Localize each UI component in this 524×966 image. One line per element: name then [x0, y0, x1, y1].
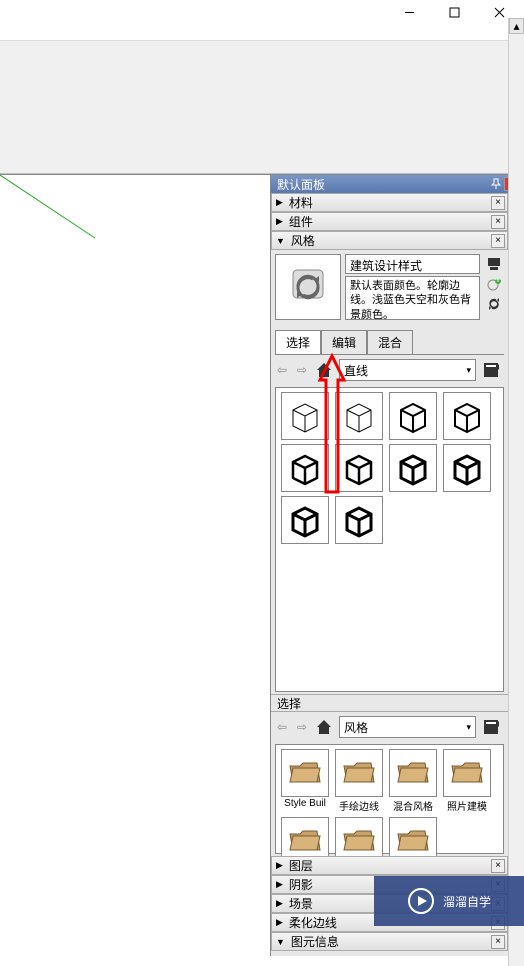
- folder-icon: [287, 826, 323, 856]
- ribbon-area: [0, 40, 524, 174]
- section-label: 图元信息: [291, 933, 339, 950]
- style-preview-row: 建筑设计样式 默认表面颜色。轮廓边线。浅蓝色天空和灰色背景颜色。 +: [271, 250, 508, 324]
- folder-label: 手绘边线: [335, 798, 383, 813]
- section-close-icon[interactable]: ×: [491, 234, 505, 248]
- maximize-button[interactable]: [432, 2, 477, 24]
- section-close-icon[interactable]: ×: [491, 935, 505, 949]
- update-style-button[interactable]: [486, 296, 502, 312]
- style-item[interactable]: [442, 444, 492, 492]
- scroll-up-button[interactable]: ▴: [509, 18, 524, 34]
- style-item[interactable]: [334, 444, 384, 492]
- section-label: 场景: [289, 895, 313, 912]
- section-label: 组件: [289, 213, 313, 230]
- section-close-icon[interactable]: ×: [491, 215, 505, 229]
- style-name-input[interactable]: 建筑设计样式: [345, 254, 480, 274]
- section-label: 图层: [289, 857, 313, 874]
- panel-title-bar[interactable]: 默认面板 ✕: [271, 175, 524, 193]
- folder-label: Style Buil: [281, 798, 329, 809]
- folder-item[interactable]: 照片建模: [442, 749, 492, 813]
- pin-icon[interactable]: [490, 178, 502, 190]
- panel-scrollbar[interactable]: ▴: [508, 18, 524, 966]
- refresh-cube-icon: [283, 262, 333, 312]
- style-item[interactable]: [280, 444, 330, 492]
- tray-panel: 默认面板 ✕ ▴ ▶ 材料 × ▶ 组件 × ▼ 风格 ×: [270, 174, 524, 956]
- tab-select[interactable]: 选择: [275, 330, 321, 354]
- section-label: 柔化边线: [289, 914, 337, 931]
- style-item[interactable]: [280, 392, 330, 440]
- expand-icon: ▶: [276, 898, 283, 909]
- viewport[interactable]: [0, 174, 270, 956]
- folder-icon: [449, 758, 485, 788]
- create-style-button[interactable]: +: [486, 276, 502, 292]
- folder-item[interactable]: Style Buil: [280, 749, 330, 813]
- section-components[interactable]: ▶ 组件 ×: [271, 212, 508, 231]
- chevron-down-icon: ▾: [466, 365, 471, 376]
- expand-icon: ▶: [276, 917, 283, 928]
- expand-icon: ▶: [276, 879, 283, 890]
- expand-icon: ▶: [276, 197, 283, 208]
- back-icon[interactable]: ⇦: [275, 720, 289, 734]
- home-icon[interactable]: [315, 718, 333, 736]
- display-secondary-button[interactable]: [486, 256, 502, 272]
- collapse-icon: ▼: [276, 236, 285, 246]
- watermark-text: 溜溜自学: [443, 893, 491, 910]
- section-label: 阴影: [289, 876, 313, 893]
- collapse-icon: ▼: [276, 937, 285, 947]
- style-collection-dropdown[interactable]: 直线 ▾: [339, 359, 476, 381]
- folder-icon: [341, 826, 377, 856]
- chevron-down-icon: ▾: [466, 722, 471, 733]
- svg-text:+: +: [494, 277, 501, 286]
- folder-icon: [395, 758, 431, 788]
- style-item[interactable]: [280, 496, 330, 544]
- style-nav-row: ⇦ ⇨ 直线 ▾: [271, 355, 504, 385]
- style-thumbnail[interactable]: [275, 254, 341, 320]
- window-titlebar: [0, 0, 524, 25]
- expand-icon: ▶: [276, 860, 283, 871]
- forward-icon[interactable]: ⇨: [295, 363, 309, 377]
- style-item[interactable]: [388, 444, 438, 492]
- section-materials[interactable]: ▶ 材料 ×: [271, 193, 508, 212]
- folder-grid: Style Buil手绘边线混合风格照片建模直线预设风格颜色集: [275, 744, 504, 854]
- play-icon: [407, 887, 435, 915]
- section-styles[interactable]: ▼ 风格 ×: [271, 231, 508, 250]
- details-button[interactable]: [482, 361, 500, 379]
- folder-icon: [395, 826, 431, 856]
- style-item[interactable]: [388, 392, 438, 440]
- folder-icon: [287, 758, 323, 788]
- section-label: 材料: [289, 194, 313, 211]
- section-label: 风格: [291, 232, 315, 249]
- secondary-select-header[interactable]: 选择: [271, 694, 508, 712]
- dropdown-value: 风格: [344, 719, 368, 736]
- select-label: 选择: [277, 695, 301, 712]
- folder-label: 混合风格: [389, 798, 437, 813]
- forward-icon[interactable]: ⇨: [295, 720, 309, 734]
- dropdown-value: 直线: [344, 362, 368, 379]
- section-close-icon[interactable]: ×: [491, 859, 505, 873]
- style-item[interactable]: [442, 392, 492, 440]
- section-entity-info[interactable]: ▼ 图元信息 ×: [271, 932, 508, 951]
- style-description-input[interactable]: 默认表面颜色。轮廓边线。浅蓝色天空和灰色背景颜色。: [345, 276, 480, 320]
- watermark-badge: 溜溜自学: [374, 876, 524, 926]
- style-thumbnails-grid: [275, 387, 504, 692]
- secondary-nav-row: ⇦ ⇨ 风格 ▾: [271, 712, 504, 742]
- details-button[interactable]: [482, 718, 500, 736]
- tab-mix[interactable]: 混合: [367, 330, 413, 354]
- expand-icon: ▶: [276, 216, 283, 227]
- back-icon[interactable]: ⇦: [275, 363, 289, 377]
- minimize-button[interactable]: [387, 2, 432, 24]
- panel-title: 默认面板: [277, 176, 325, 193]
- home-icon[interactable]: [315, 361, 333, 379]
- section-close-icon[interactable]: ×: [491, 196, 505, 210]
- folder-icon: [341, 758, 377, 788]
- tab-edit[interactable]: 编辑: [321, 330, 367, 354]
- folder-label: 照片建模: [443, 798, 491, 813]
- folder-item[interactable]: 混合风格: [388, 749, 438, 813]
- folder-item[interactable]: 手绘边线: [334, 749, 384, 813]
- section-layers[interactable]: ▶ 图层 ×: [271, 856, 508, 875]
- style-tabs: 选择 编辑 混合: [275, 330, 504, 354]
- style-item[interactable]: [334, 496, 384, 544]
- style-item[interactable]: [334, 392, 384, 440]
- secondary-collection-dropdown[interactable]: 风格 ▾: [339, 716, 476, 738]
- axis-line: [0, 175, 100, 240]
